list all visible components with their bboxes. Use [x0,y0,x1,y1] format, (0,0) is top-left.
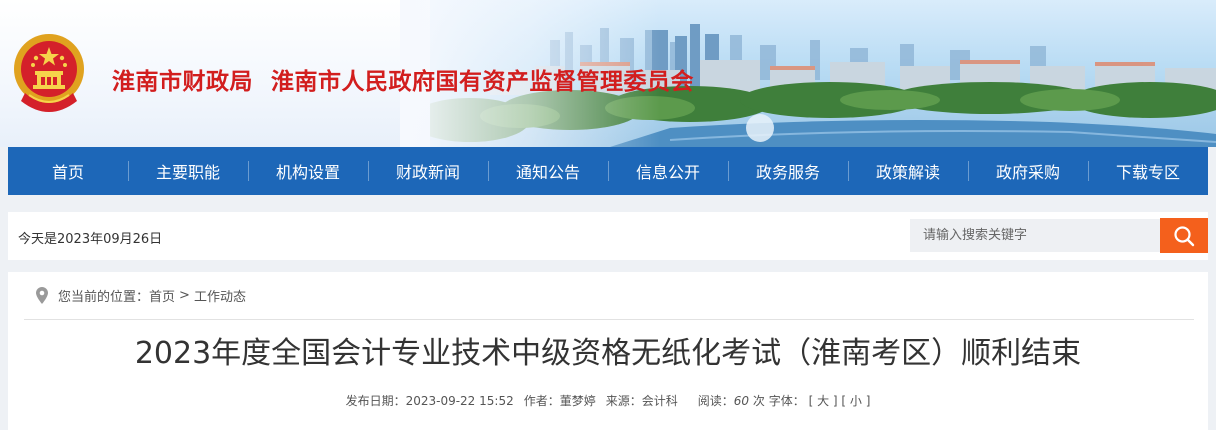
nav-item-downloads[interactable]: 下载专区 [1088,147,1208,195]
search-icon [1174,225,1195,246]
search-button[interactable] [1160,218,1208,253]
source: 会计科 [641,394,678,408]
today-date: 今天是2023年09月26日 [18,232,163,247]
national-emblem-icon [14,34,84,112]
publish-date-label: 发布日期： [345,394,406,408]
nav-item-info-disclosure[interactable]: 信息公开 [608,147,728,195]
nav-item-main-functions[interactable]: 主要职能 [128,147,248,195]
nav-item-policy-interpretation[interactable]: 政策解读 [848,147,968,195]
publish-date: 2023-09-22 15:52 [405,394,514,408]
article-title: 2023年度全国会计专业技术中级资格无纸化考试（淮南考区）顺利结束 [134,336,1082,371]
site-header: 淮南市财政局 淮南市人民政府国有资产监督管理委员会 [0,0,1216,147]
font-small-button[interactable]: [ 小 ] [841,394,870,408]
article-container: 您当前的位置： 首页 > 工作动态 2023年度全国会计专业技术中级资格无纸化考… [8,272,1208,430]
breadcrumb-work-news-link[interactable]: 工作动态 [194,286,246,305]
nav-item-home[interactable]: 首页 [8,147,128,195]
nav-item-finance-news[interactable]: 财政新闻 [368,147,488,195]
site-title-sasac: 淮南市人民政府国有资产监督管理委员会 [271,69,694,95]
main-nav: 首页 主要职能 机构设置 财政新闻 通知公告 信息公开 政务服务 政策解读 政府… [8,147,1208,195]
location-pin-icon [36,287,48,304]
breadcrumb-separator: > [179,288,190,303]
site-title: 淮南市财政局 淮南市人民政府国有资产监督管理委员会 [112,62,694,96]
nav-item-notices[interactable]: 通知公告 [488,147,608,195]
breadcrumb: 您当前的位置： 首页 > 工作动态 [24,272,1194,320]
views-unit: 次 [752,394,765,408]
article-meta: 发布日期：2023-09-22 15:52 作者：董梦婷 来源：会计科 阅读：60 次… [8,392,1208,409]
search-input[interactable] [910,219,1160,252]
nav-item-gov-services[interactable]: 政务服务 [728,147,848,195]
nav-item-gov-procurement[interactable]: 政府采购 [968,147,1088,195]
breadcrumb-prefix: 您当前的位置： [58,290,150,305]
info-bar: 今天是2023年09月26日 [8,212,1208,260]
site-title-finance-bureau: 淮南市财政局 [112,69,253,95]
font-size-label: 字体： [768,394,805,408]
views-count: 60 [733,394,750,408]
author: 董梦婷 [559,394,596,408]
breadcrumb-home-link[interactable]: 首页 [149,286,175,305]
source-label: 来源： [605,394,642,408]
font-large-button[interactable]: [ 大 ] [809,394,838,408]
views-label: 阅读： [697,394,734,408]
nav-item-organization[interactable]: 机构设置 [248,147,368,195]
author-label: 作者： [523,394,560,408]
